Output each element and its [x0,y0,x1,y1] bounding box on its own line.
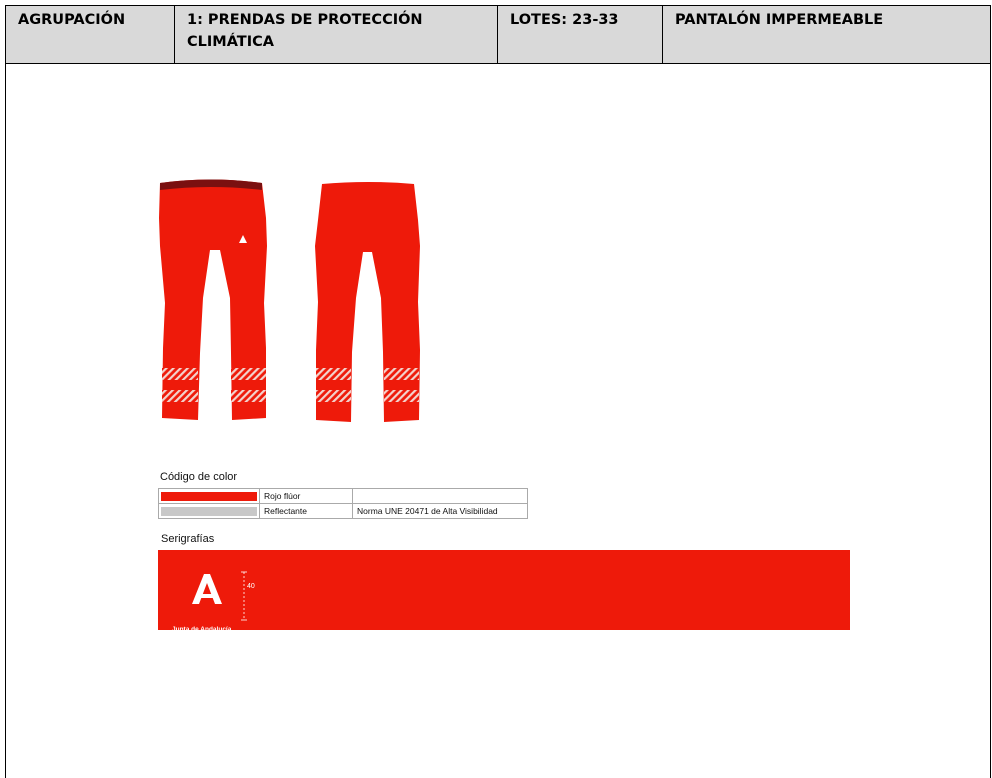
logo-caption: Junta de Andalucía [172,626,232,633]
color-code-title: Código de color [160,471,238,483]
color-code-table: Rojo flúor Reflectante Norma UNE 20471 d… [158,488,528,519]
group-label: AGRUPACIÓN [6,6,175,63]
color-row: Reflectante Norma UNE 20471 de Alta Visi… [158,503,528,519]
serigraphy-band: Junta de Andalucía 40 [158,550,850,633]
dimension-line-icon [241,571,247,621]
pants-back-view [315,182,420,422]
group-value: 1: PRENDAS DE PROTECCIÓN CLIMÁTICA [175,6,498,63]
pants-front-view [159,179,267,420]
color-row: Rojo flúor [158,488,528,504]
junta-logo: Junta de Andalucía [170,570,242,633]
color-name: Reflectante [259,503,353,519]
lots-label: LOTES: 23-33 [498,6,663,63]
serigraphy-title: Serigrafías [161,533,215,545]
color-name: Rojo flúor [259,488,353,504]
product-name: PANTALÓN IMPERMEABLE [675,12,884,28]
color-note: Norma UNE 20471 de Alta Visibilidad [352,503,528,519]
color-note [352,488,528,504]
junta-logo-icon [192,574,222,604]
color-swatch [161,506,257,516]
color-swatch [161,491,257,501]
dimension-label: 40 [247,583,255,590]
header-row: AGRUPACIÓN 1: PRENDAS DE PROTECCIÓN CLIM… [6,6,990,64]
